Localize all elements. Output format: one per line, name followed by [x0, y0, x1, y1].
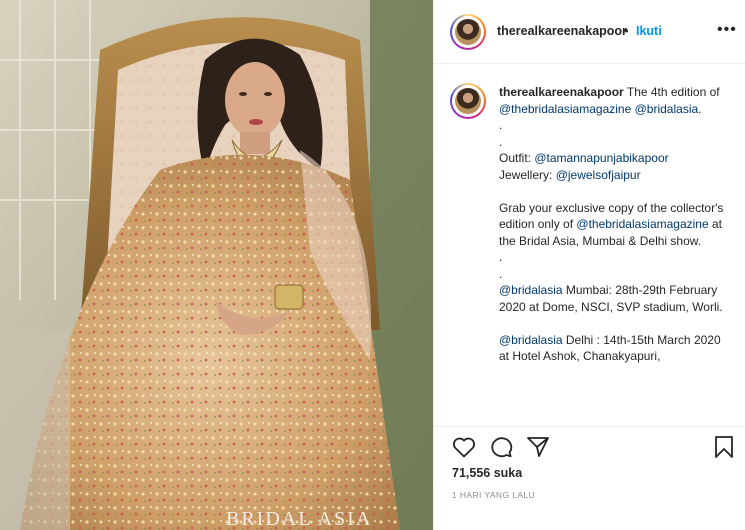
- caption-text: The 4th edition of: [626, 85, 720, 99]
- caption-line: @bridalasia Mumbai: 28th-29th February 2…: [499, 282, 725, 315]
- header-username[interactable]: therealkareenakapoor: [497, 24, 627, 38]
- instagram-post: BRIDAL ASIA therealkareenakapoor • Ikuti…: [0, 0, 745, 530]
- mention-link[interactable]: @bridalasia: [635, 102, 699, 116]
- caption-text: .: [698, 101, 702, 116]
- caption-text: .: [499, 250, 503, 264]
- post-header: therealkareenakapoor • Ikuti •••: [434, 0, 745, 64]
- caption-line: .: [499, 117, 725, 134]
- likes-count[interactable]: 71,556 suka: [452, 466, 522, 480]
- caption-username[interactable]: therealkareenakapoor: [499, 85, 624, 99]
- caption-text: .: [499, 134, 503, 149]
- caption-text: Jewellery:: [499, 167, 556, 182]
- caption-line: Outfit: @tamannapunjabikapoor: [499, 150, 725, 167]
- post-actions: 71,556 suka 1 HARI YANG LALU: [434, 426, 745, 530]
- caption-avatar[interactable]: [450, 83, 486, 119]
- mention-link[interactable]: @jewelsofjaipur: [556, 168, 641, 182]
- more-options-icon[interactable]: •••: [717, 21, 737, 39]
- caption-line: .: [499, 134, 725, 151]
- comment-icon[interactable]: [489, 436, 513, 458]
- follow-button[interactable]: Ikuti: [636, 24, 662, 38]
- photo-watermark: BRIDAL ASIA: [226, 508, 373, 530]
- caption-text: Outfit:: [499, 151, 535, 165]
- post-timestamp[interactable]: 1 HARI YANG LALU: [452, 490, 535, 500]
- caption-text: .: [499, 118, 503, 132]
- caption-line: Grab your exclusive copy of the collecto…: [499, 200, 725, 250]
- share-icon[interactable]: [526, 436, 550, 458]
- caption-line: therealkareenakapoor The 4th edition of …: [499, 84, 725, 117]
- header-separator: •: [624, 23, 629, 38]
- post-photo[interactable]: BRIDAL ASIA: [0, 0, 433, 530]
- heart-icon[interactable]: [452, 436, 476, 458]
- caption-line: [499, 315, 725, 332]
- mention-link[interactable]: @thebridalasiamagazine: [499, 102, 631, 116]
- caption-line: .: [499, 266, 725, 283]
- mention-link[interactable]: @thebridalasiamagazine: [576, 217, 708, 231]
- post-side-panel: therealkareenakapoor • Ikuti ••• thereal…: [433, 0, 745, 530]
- photo-icon: [0, 0, 433, 530]
- avatar[interactable]: [450, 14, 486, 50]
- mention-link[interactable]: @bridalasia: [499, 333, 563, 347]
- caption-line: .: [499, 249, 725, 266]
- caption-text: .: [499, 266, 503, 281]
- mention-link[interactable]: @tamannapunjabikapoor: [534, 151, 668, 165]
- caption-line: [499, 183, 725, 200]
- post-caption: therealkareenakapoor The 4th edition of …: [499, 84, 725, 365]
- caption-area: therealkareenakapoor The 4th edition of …: [434, 65, 745, 425]
- mention-link[interactable]: @bridalasia: [499, 283, 563, 297]
- caption-line: Jewellery: @jewelsofjaipur: [499, 167, 725, 184]
- caption-line: @bridalasia Delhi : 14th-15th March 2020…: [499, 332, 725, 365]
- bookmark-icon[interactable]: [714, 436, 734, 458]
